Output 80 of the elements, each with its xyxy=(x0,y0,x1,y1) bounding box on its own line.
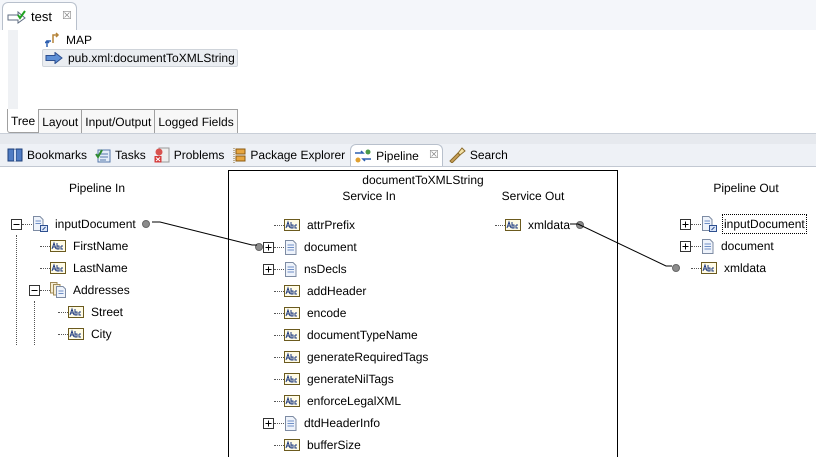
variable-name[interactable]: Street xyxy=(89,302,126,322)
column-heading: Service In xyxy=(341,188,397,205)
string-type-icon xyxy=(50,262,66,274)
right-arrow-icon xyxy=(45,52,63,64)
flow-step[interactable]: MAP xyxy=(42,31,238,49)
map-arrows-icon xyxy=(45,32,61,48)
document-list-icon xyxy=(50,282,66,298)
string-type-icon xyxy=(284,395,300,407)
string-type-icon xyxy=(701,262,717,274)
editor-tab-title: test xyxy=(31,8,52,26)
variable-name[interactable]: dtdHeaderInfo xyxy=(302,413,382,433)
error-document-icon xyxy=(154,147,170,163)
editor-tab[interactable]: test ☒ xyxy=(2,2,77,30)
link-port-icon[interactable] xyxy=(255,243,263,251)
document-icon xyxy=(284,240,297,254)
string-type-icon xyxy=(284,351,300,363)
view-tab[interactable]: Bookmarks xyxy=(4,144,90,166)
book-icon xyxy=(7,148,23,162)
string-type-icon xyxy=(284,373,300,385)
variable-name[interactable]: inputDocument xyxy=(53,214,138,234)
view-tab[interactable]: Problems xyxy=(150,144,228,166)
variable-name[interactable]: documentTypeName xyxy=(305,325,420,345)
expand-icon[interactable] xyxy=(680,218,691,230)
package-tree-icon xyxy=(232,148,246,162)
string-type-icon xyxy=(284,285,300,297)
service-flow-icon xyxy=(7,10,27,24)
document-reference-icon xyxy=(32,216,48,232)
column-heading: Pipeline In xyxy=(68,180,126,197)
string-type-icon xyxy=(284,439,300,451)
pipeline-arrows-icon xyxy=(354,148,372,162)
editor-bottom-tab[interactable]: Input/Output xyxy=(82,109,156,133)
string-type-icon xyxy=(284,219,300,231)
view-tab[interactable]: Tasks xyxy=(92,144,149,166)
service-title: documentToXMLString xyxy=(361,172,485,187)
editor-bottom-tab[interactable]: Layout xyxy=(39,109,82,133)
clipboard-check-icon xyxy=(95,148,112,162)
variable-name[interactable]: FirstName xyxy=(71,236,130,256)
close-icon[interactable]: ☒ xyxy=(428,147,439,164)
flashlight-icon xyxy=(448,147,466,163)
collapse-icon[interactable] xyxy=(11,218,22,230)
expand-icon[interactable] xyxy=(680,240,691,252)
column-heading: Service Out xyxy=(500,188,566,205)
variable-name[interactable]: attrPrefix xyxy=(305,215,358,235)
variable-name[interactable]: enforceLegalXML xyxy=(305,391,404,411)
close-icon[interactable]: ☒ xyxy=(62,8,72,25)
expand-icon[interactable] xyxy=(263,418,274,428)
document-icon xyxy=(284,416,297,430)
variable-name[interactable]: generateNilTags xyxy=(305,369,396,389)
variable-name[interactable]: document xyxy=(719,236,776,256)
variable-name[interactable]: generateRequiredTags xyxy=(305,347,430,367)
editor-bottom-tab[interactable]: Logged Fields xyxy=(155,109,238,133)
string-type-icon xyxy=(50,240,66,252)
string-type-icon xyxy=(505,219,521,231)
variable-name[interactable]: xmldata xyxy=(722,258,768,278)
document-icon xyxy=(701,238,714,254)
variable-name[interactable]: addHeader xyxy=(305,281,368,301)
flow-step[interactable]: pub.xml:documentToXMLString xyxy=(42,49,238,67)
column-heading: Pipeline Out xyxy=(712,180,780,197)
variable-name[interactable]: inputDocument xyxy=(722,214,807,234)
expand-icon[interactable] xyxy=(263,264,274,274)
document-icon xyxy=(284,262,297,276)
variable-name[interactable]: Addresses xyxy=(71,280,132,300)
variable-name[interactable]: nsDecls xyxy=(302,259,349,279)
variable-name[interactable]: bufferSize xyxy=(305,435,363,455)
expand-icon[interactable] xyxy=(263,242,274,252)
string-type-icon xyxy=(284,307,300,319)
variable-name[interactable]: LastName xyxy=(71,258,130,278)
view-tab[interactable]: Pipeline ☒ xyxy=(350,144,443,166)
view-tab[interactable]: Package Explorer xyxy=(229,144,348,166)
editor-bottom-tab[interactable]: Tree xyxy=(7,109,40,133)
variable-name[interactable]: document xyxy=(302,237,359,257)
string-type-icon xyxy=(284,329,300,341)
variable-name[interactable]: xmldata xyxy=(526,215,572,235)
view-tab[interactable]: Search xyxy=(444,144,511,166)
string-type-icon xyxy=(68,328,84,340)
variable-name[interactable]: City xyxy=(89,324,114,344)
string-type-icon xyxy=(68,306,84,318)
variable-name[interactable]: encode xyxy=(305,303,348,323)
document-reference-icon xyxy=(701,216,717,232)
collapse-icon[interactable] xyxy=(29,284,40,296)
